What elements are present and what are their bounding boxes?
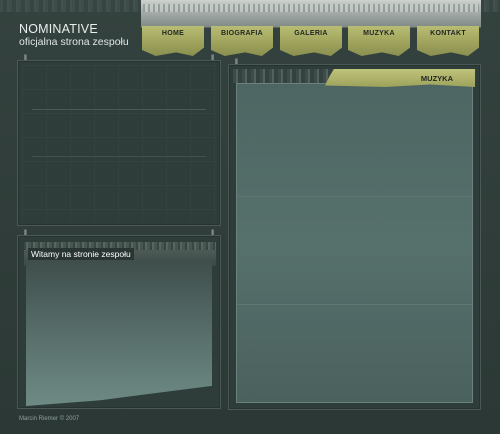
main-nav: HOME BIOGRAFIA GALERIA MUZYKA KONTAKT [142,26,480,62]
nav-item-galeria[interactable]: GALERIA [280,26,342,56]
main-content-area [236,83,473,403]
site-name: NOMINATIVE [19,22,98,36]
pin-icon: ‖ [24,55,27,62]
pin-icon: ‖ [235,59,238,66]
section-tab-label: MUZYKA [420,73,453,83]
nav-item-kontakt[interactable]: KONTAKT [417,26,479,56]
main-content-panel: ‖ MUZYKA [228,59,481,410]
nav-frame [141,0,481,28]
nav-item-label: HOME [161,30,185,37]
divider [32,156,206,157]
page-background: NOMINATIVE oficjalna strona zespołu HOME… [0,0,500,434]
nav-item-label: KONTAKT [430,30,466,37]
welcome-title: Witamy na stronie zespołu [28,248,134,260]
pin-icon: ‖ [211,230,214,237]
footer-author: Marcin Riemer [19,416,59,422]
pin-icon: ‖ [24,230,27,237]
site-tagline: oficjalna strona zespołu [19,36,129,48]
nav-item-biografia[interactable]: BIOGRAFIA [211,26,273,56]
pin-icon: ‖ [211,55,214,62]
top-left-panel: ‖ ‖ [17,55,221,226]
nav-item-label: BIOGRAFIA [221,30,263,37]
welcome-content [26,262,212,406]
divider [237,304,472,305]
footer-credit: Marcin Riemer © 2007 [19,416,79,422]
site-logo[interactable]: NOMINATIVE oficjalna strona zespołu [19,22,129,48]
grid-texture [22,65,216,221]
nav-item-home[interactable]: HOME [142,26,204,56]
section-tab: MUZYKA [325,69,475,87]
divider [32,109,206,110]
divider [237,196,472,197]
nav-item-label: GALERIA [294,30,328,37]
nav-item-muzyka[interactable]: MUZYKA [348,26,410,56]
footer-copyright: © 2007 [59,416,80,422]
welcome-panel: ‖ ‖ Witamy na stronie zespołu [17,230,221,409]
nav-item-label: MUZYKA [363,30,395,37]
